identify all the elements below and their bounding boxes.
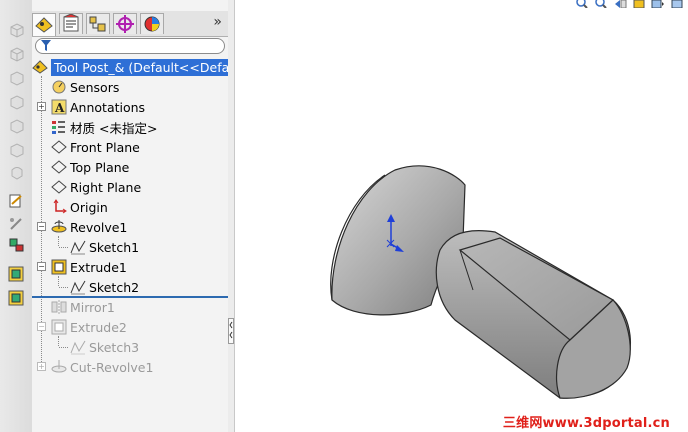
more-tabs-chevron-icon[interactable]: » xyxy=(213,14,222,30)
box-icon[interactable] xyxy=(8,22,25,38)
tree-item-cut-revolve1[interactable]: Cut-Revolve1 xyxy=(51,358,153,376)
tree-item-label: Front Plane xyxy=(70,139,140,155)
expand-toggle[interactable]: + xyxy=(37,362,46,371)
annotations-icon: A xyxy=(51,99,67,115)
tree-guide-line xyxy=(58,336,59,346)
box-icon[interactable] xyxy=(8,118,25,134)
tree-item-sketch2[interactable]: Sketch2 xyxy=(70,278,139,296)
smart-dimension-icon[interactable] xyxy=(8,193,25,209)
tree-item-label: Extrude1 xyxy=(70,259,127,275)
graphics-viewport[interactable]: 三维网www.3dportal.cn xyxy=(235,0,688,432)
mirror-feature-icon xyxy=(51,300,67,314)
tab-property-manager[interactable] xyxy=(59,13,83,34)
extrude-feature-icon xyxy=(51,259,67,275)
plane-icon xyxy=(51,160,67,174)
tree-item-label: Sketch2 xyxy=(89,279,140,295)
tree-item-label: Sensors xyxy=(70,79,120,95)
tree-item-label: Revolve1 xyxy=(70,219,128,235)
property-manager-icon xyxy=(63,13,79,32)
tree-item-sensors[interactable]: Sensors xyxy=(51,78,119,96)
tree-item-extrude1[interactable]: Extrude1 xyxy=(51,258,127,276)
tree-guide-line xyxy=(58,236,59,246)
tree-guide-line xyxy=(59,247,68,248)
tree-root-part[interactable]: Tool Post_& (Default<<Defa xyxy=(32,58,233,76)
sketch-icon xyxy=(70,340,86,355)
panel-splitter[interactable] xyxy=(228,0,235,432)
svg-text:A: A xyxy=(54,101,65,115)
root-label: Tool Post_& (Default<<Defa xyxy=(51,58,233,76)
box-icon[interactable] xyxy=(8,46,25,62)
collapse-panel-handle[interactable] xyxy=(228,318,234,344)
expand-toggle[interactable]: + xyxy=(37,102,46,111)
tree-guide-line xyxy=(58,276,59,286)
manager-tab-bar: » xyxy=(32,11,228,37)
tab-dimxpert-manager[interactable] xyxy=(113,13,137,34)
tree-item-label: Cut-Revolve1 xyxy=(70,359,154,375)
tree-item-mirror1[interactable]: Mirror1 xyxy=(51,298,115,316)
extrude-feature-icon xyxy=(51,319,67,335)
tree-item-label: Extrude2 xyxy=(70,319,127,335)
tab-configuration-manager[interactable] xyxy=(86,13,110,34)
sketch-pen-icon[interactable] xyxy=(8,215,25,231)
sensor-icon xyxy=(52,80,66,94)
collapse-toggle[interactable]: − xyxy=(37,262,46,271)
tree-item-label: Right Plane xyxy=(70,179,142,195)
part-icon xyxy=(32,60,48,74)
tree-item-right-plane[interactable]: Right Plane xyxy=(51,178,141,196)
sketch-icon xyxy=(70,240,86,255)
tree-item-annotations[interactable]: A Annotations xyxy=(51,98,145,116)
display-manager-icon xyxy=(144,16,160,32)
tree-item-material[interactable]: 材质 <未指定> xyxy=(51,118,157,136)
sketch-icon xyxy=(70,280,86,295)
tree-guide-line xyxy=(59,347,68,348)
origin-icon xyxy=(53,199,67,214)
material-icon xyxy=(52,121,65,134)
tree-item-label: Sketch1 xyxy=(89,239,140,255)
dimxpert-icon xyxy=(116,15,134,33)
tree-item-revolve1[interactable]: Revolve1 xyxy=(51,218,127,236)
tree-item-sketch1[interactable]: Sketch1 xyxy=(70,238,139,256)
filter-funnel-icon xyxy=(41,40,51,51)
tab-display-manager[interactable] xyxy=(140,13,164,34)
tree-item-extrude2[interactable]: Extrude2 xyxy=(51,318,127,336)
tree-item-sketch3[interactable]: Sketch3 xyxy=(70,338,139,356)
watermark-text: 三维网www.3dportal.cn xyxy=(502,416,670,431)
box-icon[interactable] xyxy=(8,70,25,86)
plane-icon xyxy=(51,180,67,194)
tree-item-top-plane[interactable]: Top Plane xyxy=(51,158,129,176)
part-model-3d[interactable] xyxy=(235,0,688,432)
instant3d-icon[interactable] xyxy=(8,266,25,282)
tab-feature-manager[interactable] xyxy=(32,13,56,36)
collapse-toggle[interactable]: − xyxy=(37,322,46,331)
configuration-manager-icon xyxy=(89,16,106,32)
tree-item-label: Origin xyxy=(70,199,108,215)
tree-guide-line xyxy=(59,287,68,288)
filter-input[interactable] xyxy=(35,38,225,54)
feature-manager-panel: » Tool Post_& (Default<<Defa Sensors + A… xyxy=(32,0,233,432)
tree-item-label: Annotations xyxy=(70,99,146,115)
tree-item-label: 材质 <未指定> xyxy=(70,120,158,136)
revolve-feature-icon xyxy=(51,220,67,233)
tree-item-front-plane[interactable]: Front Plane xyxy=(51,138,140,156)
splitter-arrows-icon xyxy=(229,321,233,339)
left-toolbar xyxy=(0,0,33,432)
plane-icon xyxy=(51,140,67,154)
tree-item-label: Sketch3 xyxy=(89,339,140,355)
cut-revolve-icon xyxy=(51,360,67,373)
rounded-box-icon[interactable] xyxy=(8,164,25,180)
move-entities-icon[interactable] xyxy=(8,237,25,253)
box-icon[interactable] xyxy=(8,94,25,110)
box-icon[interactable] xyxy=(8,142,25,158)
instant3d-icon[interactable] xyxy=(8,290,25,306)
tree-item-label: Mirror1 xyxy=(70,299,115,315)
tree-item-origin[interactable]: Origin xyxy=(51,198,108,216)
collapse-toggle[interactable]: − xyxy=(37,222,46,231)
feature-manager-icon xyxy=(35,17,53,33)
tree-item-label: Top Plane xyxy=(70,159,130,175)
